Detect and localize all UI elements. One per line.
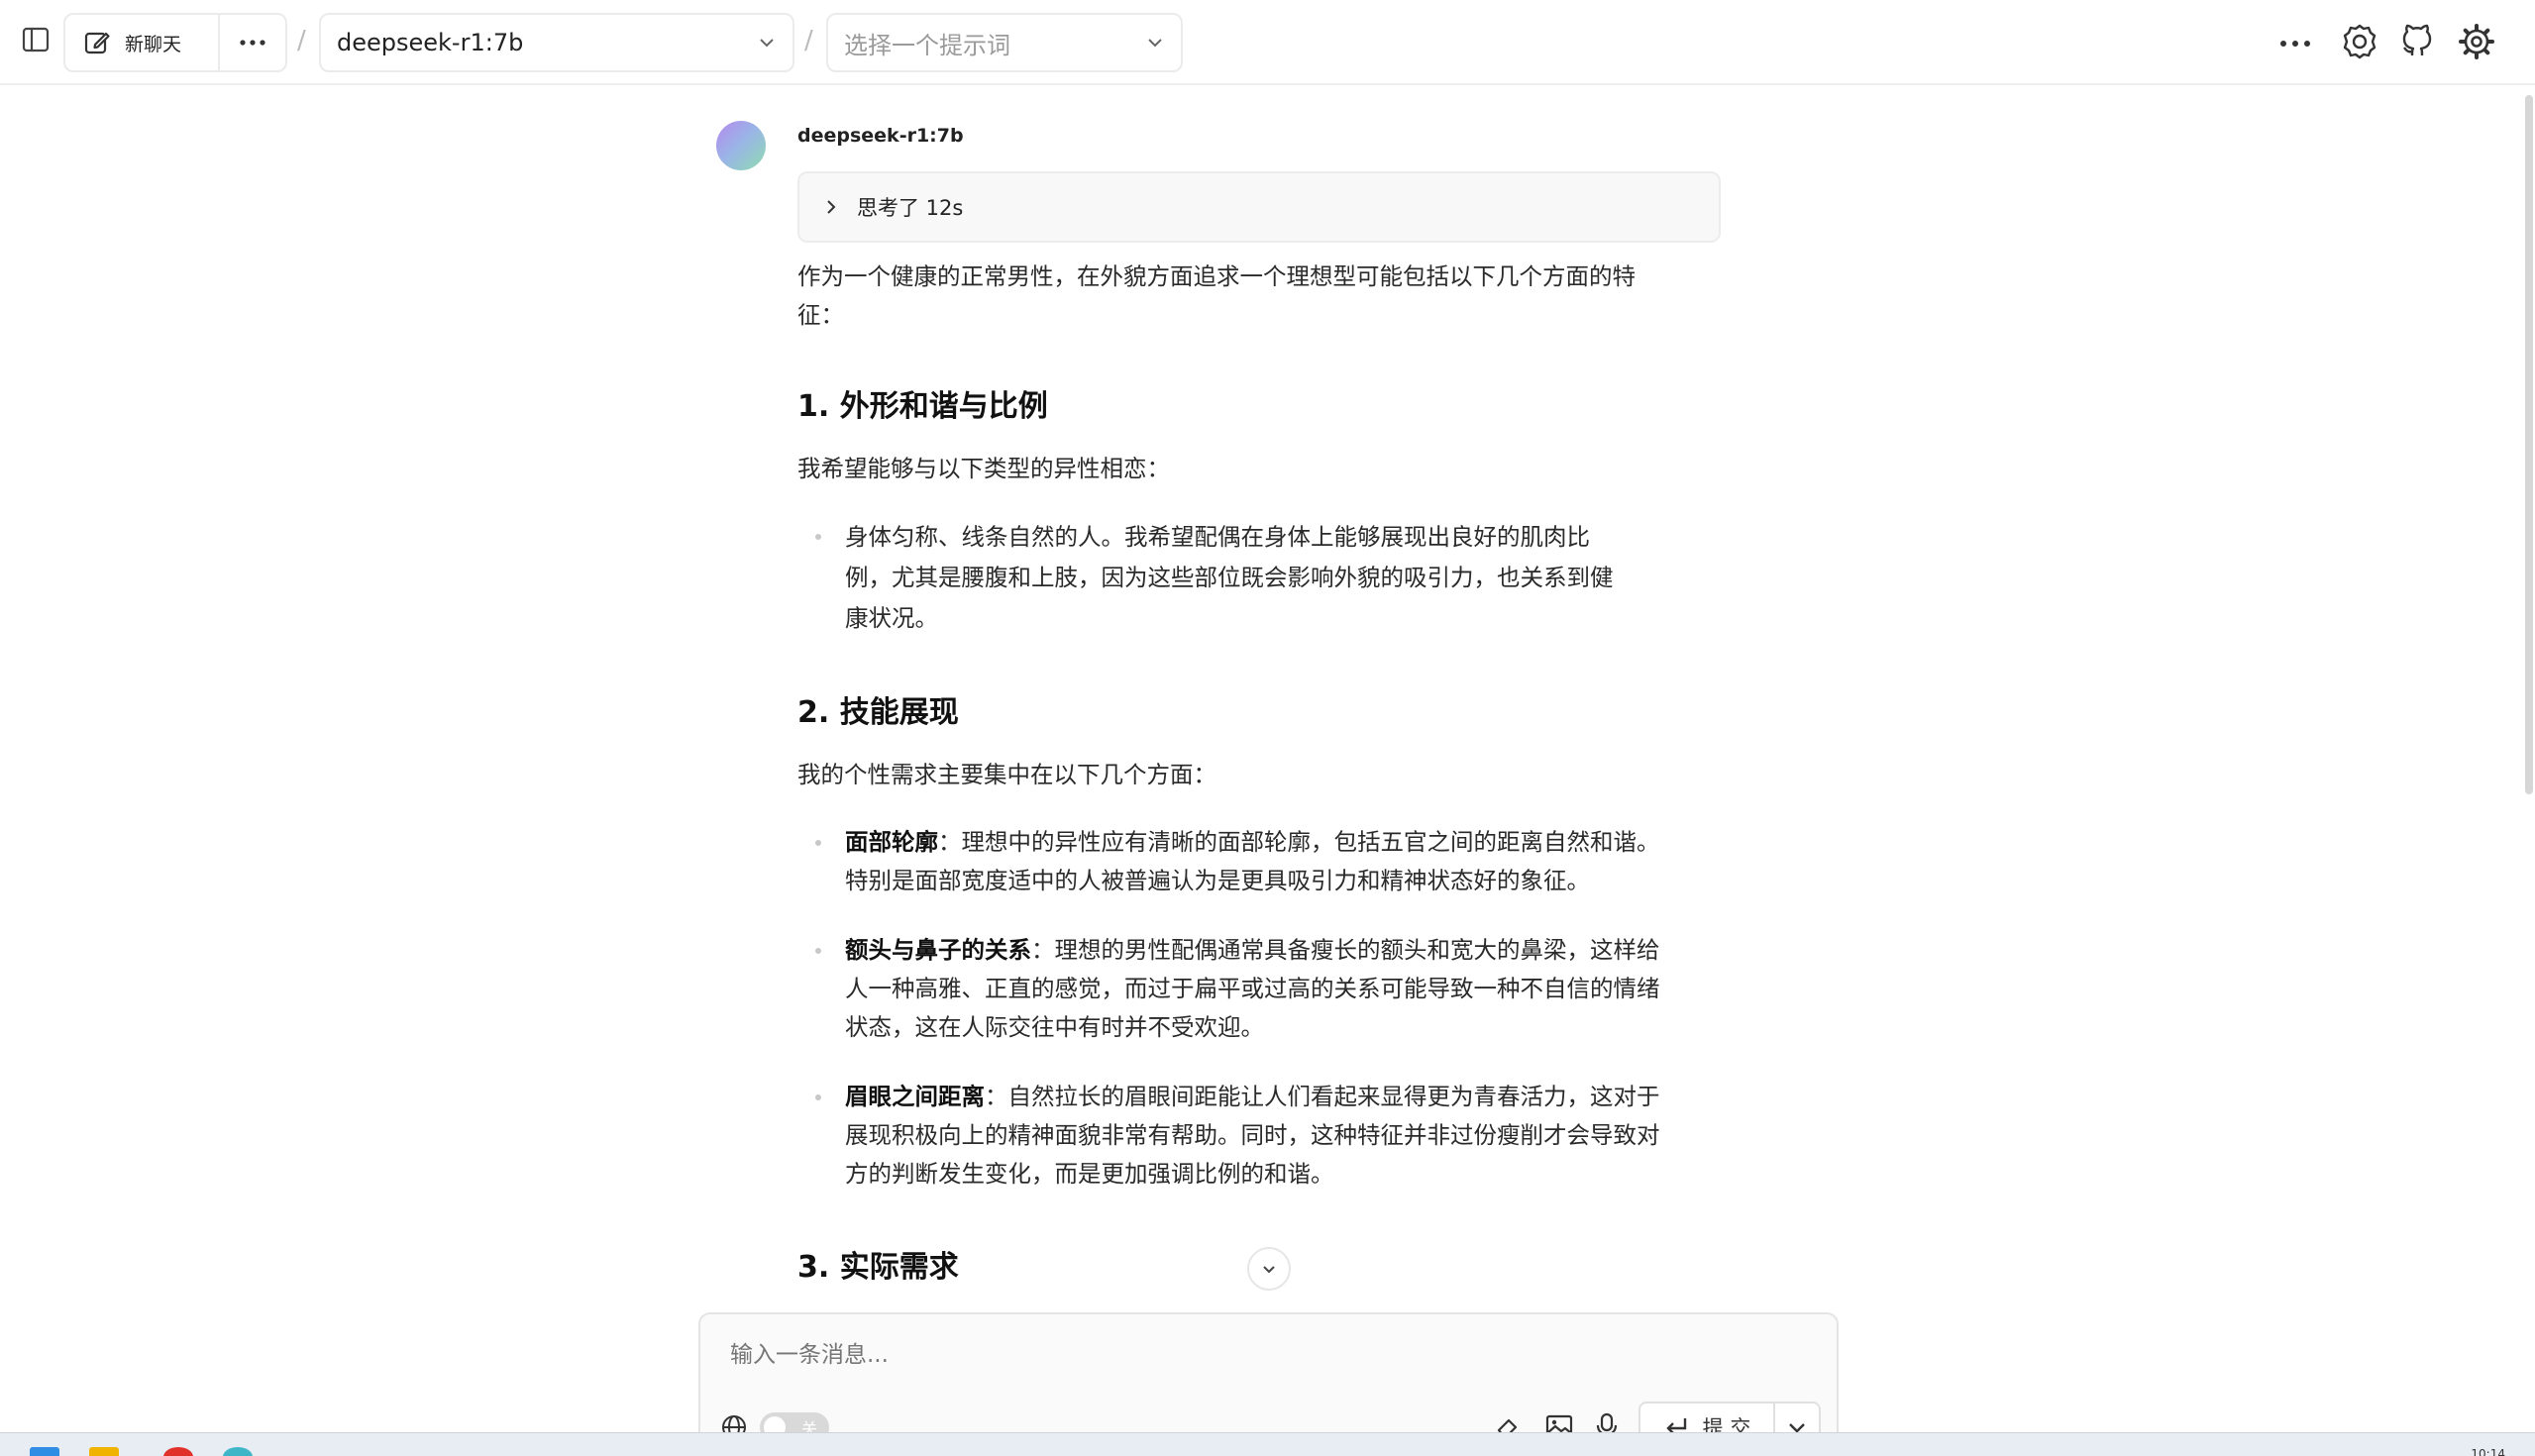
chevron-down-icon	[1263, 1266, 1275, 1274]
new-chat-group: 新聊天	[63, 13, 287, 72]
scrollbar-thumb[interactable]	[2525, 95, 2533, 794]
section-heading: 1. 外形和谐与比例	[797, 389, 1048, 424]
section-lead: 我希望能够与以下类型的异性相恋：	[797, 455, 1170, 482]
more-horizontal-icon	[2280, 41, 2310, 47]
section-lead: 我的个性需求主要集中在以下几个方面：	[797, 761, 1216, 788]
taskbar-clock: 10:14	[2471, 1447, 2505, 1456]
sidebar-icon	[22, 27, 50, 52]
list-item: 眉眼之间距离：自然拉长的眉眼间距能让人们看起来显得更为青春活力，这对于展现积极向…	[797, 1078, 1669, 1194]
new-chat-label: 新聊天	[125, 33, 182, 55]
sidebar-toggle-button[interactable]	[16, 20, 55, 59]
model-settings-button[interactable]	[2340, 22, 2383, 65]
list-item: 身体匀称、线条自然的人。我希望配偶在身体上能够展现出良好的肌肉比例，尤其是腰腹和…	[797, 517, 1620, 639]
breadcrumb-separator: /	[297, 26, 306, 55]
chevron-down-icon	[1148, 39, 1162, 48]
thinking-label: 思考了 12s	[857, 196, 964, 220]
section-list: 眉眼之间距离：自然拉长的眉眼间距能让人们看起来显得更为青春活力，这对于展现积极向…	[797, 1078, 1669, 1194]
section-list: 身体匀称、线条自然的人。我希望配偶在身体上能够展现出良好的肌肉比例，尤其是腰腹和…	[797, 517, 1669, 639]
list-item-text: 身体匀称、线条自然的人。我希望配偶在身体上能够展现出良好的肌肉比例，尤其是腰腹和…	[845, 523, 1614, 632]
chevron-right-icon	[827, 200, 836, 214]
more-horizontal-icon	[240, 40, 265, 46]
prompt-select-placeholder: 选择一个提示词	[844, 31, 1010, 59]
github-button[interactable]	[2397, 22, 2441, 65]
edit-icon	[84, 32, 110, 54]
scroll-to-bottom-button[interactable]	[1247, 1247, 1291, 1291]
prompt-select[interactable]: 选择一个提示词	[826, 13, 1183, 72]
message-intro: 作为一个健康的正常男性，在外貌方面追求一个理想型可能包括以下几个方面的特征：	[797, 262, 1636, 329]
more-options-button[interactable]	[2278, 22, 2318, 65]
breadcrumb-separator: /	[804, 26, 813, 55]
chevron-down-icon	[760, 39, 774, 48]
gear-icon	[2459, 24, 2494, 59]
file-explorer-icon[interactable]	[89, 1447, 119, 1456]
chat-more-button[interactable]	[220, 15, 285, 70]
thinking-toggle[interactable]: 思考了 12s	[797, 171, 1721, 243]
section-list: 面部轮廓：理想中的异性应有清晰的面部轮廓，包括五官之间的距离自然和谐。特别是面部…	[797, 823, 1669, 900]
list-item-term: 面部轮廓	[845, 828, 938, 856]
top-bar: 新聊天 / deepseek-r1:7b / 选择一个提示词	[0, 0, 2535, 85]
browser-icon[interactable]	[163, 1447, 193, 1456]
model-avatar	[716, 121, 766, 170]
message-model-name: deepseek-r1:7b	[797, 125, 964, 147]
section-list: 额头与鼻子的关系：理想的男性配偶通常具备瘦长的额头和宽大的鼻梁，这样给人一种高雅…	[797, 931, 1669, 1047]
list-item-term: 眉眼之间距离	[845, 1083, 985, 1110]
list-item: 面部轮廓：理想中的异性应有清晰的面部轮廓，包括五官之间的距离自然和谐。特别是面部…	[797, 823, 1669, 900]
list-item-term: 额头与鼻子的关系	[845, 936, 1031, 964]
list-item: 额头与鼻子的关系：理想的男性配偶通常具备瘦长的额头和宽大的鼻梁，这样给人一种高雅…	[797, 931, 1669, 1047]
section-heading: 3. 实际需求	[797, 1250, 959, 1285]
app-icon[interactable]	[223, 1447, 253, 1456]
new-chat-button[interactable]: 新聊天	[65, 15, 220, 70]
start-icon[interactable]	[30, 1447, 59, 1456]
model-select-value: deepseek-r1:7b	[337, 29, 524, 56]
github-icon	[2402, 24, 2432, 56]
settings-button[interactable]	[2457, 22, 2500, 65]
message-input[interactable]	[730, 1342, 1622, 1368]
os-taskbar: 10:14	[0, 1432, 2535, 1456]
settings-gear-icon	[2343, 24, 2377, 59]
list-item-text: ：理想中的异性应有清晰的面部轮廓，包括五官之间的距离自然和谐。特别是面部宽度适中…	[845, 828, 1660, 894]
model-select[interactable]: deepseek-r1:7b	[319, 13, 794, 72]
section-heading: 2. 技能展现	[797, 695, 959, 730]
